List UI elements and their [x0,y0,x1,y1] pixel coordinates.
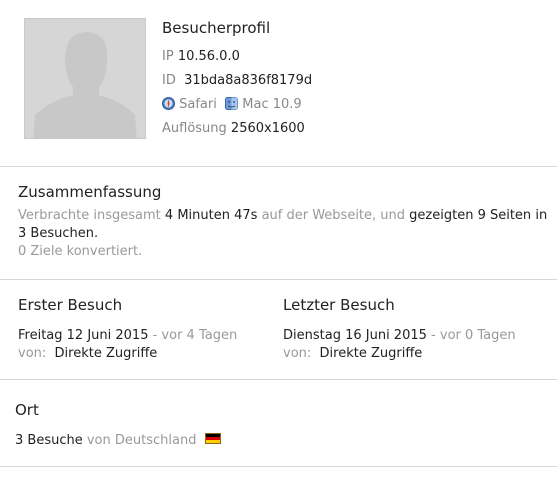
location-visits: 3 Besuche [15,433,83,448]
last-visit-title: Letzter Besuch [283,296,395,314]
divider [0,379,557,380]
profile-title: Besucherprofil [162,19,271,37]
safari-icon [162,97,175,114]
resolution-row: Auflösung 2560x1600 [162,121,305,136]
first-visit-from-label: von: [18,346,47,361]
divider [0,279,557,280]
id-label: ID [162,73,176,88]
ip-row: IP 10.56.0.0 [162,49,240,64]
last-visit-from-label: von: [283,346,312,361]
summary-goals: 0 Ziele konvertiert. [18,244,143,259]
summary-pages: gezeigten 9 Seiten [409,208,532,223]
summary-in: in [535,208,548,223]
germany-flag-icon [204,433,221,444]
summary-time: 4 Minuten 47s [164,208,258,223]
ip-value: 10.56.0.0 [177,49,240,64]
first-visit-source: Direkte Zugriffe [54,346,158,361]
first-visit-source-row: von: Direkte Zugriffe [18,345,157,363]
visitor-avatar [24,18,146,139]
last-visit-date-row: Dienstag 16 Juni 2015 - vor 0 Tagen [283,327,516,345]
first-visit-date: Freitag 12 Juni 2015 [18,328,149,343]
browser-name: Safari [179,97,217,112]
browser-os-row: Safari Mac 10.9 [162,97,302,114]
summary-intro: Verbrachte insgesamt [18,208,161,223]
resolution-label: Auflösung [162,121,227,136]
last-visit-source: Direkte Zugriffe [319,346,423,361]
summary-title: Zusammenfassung [18,183,162,201]
location-country: von Deutschland [86,433,197,448]
mac-finder-icon [225,97,239,114]
location-row: 3 Besuche von Deutschland [15,432,221,450]
resolution-value: 2560x1600 [230,121,305,136]
divider [0,166,557,167]
summary-mid: auf der Webseite, und [261,208,406,223]
first-visit-date-row: Freitag 12 Juni 2015 - vor 4 Tagen [18,327,237,345]
last-visit-source-row: von: Direkte Zugriffe [283,345,422,363]
first-visit-ago: - vor 4 Tagen [152,328,238,343]
summary-text: Verbrachte insgesamt 4 Minuten 47s auf d… [18,207,553,243]
first-visit-title: Erster Besuch [18,296,123,314]
os-name: Mac 10.9 [242,97,302,112]
id-row: ID 31bda8a836f8179d [162,73,312,88]
id-value: 31bda8a836f8179d [184,73,313,88]
ip-label: IP [162,49,174,64]
location-title: Ort [15,401,39,419]
summary-visits: 3 Besuchen. [18,226,99,241]
last-visit-date: Dienstag 16 Juni 2015 [283,328,427,343]
divider [0,466,557,467]
last-visit-ago: - vor 0 Tagen [431,328,516,343]
